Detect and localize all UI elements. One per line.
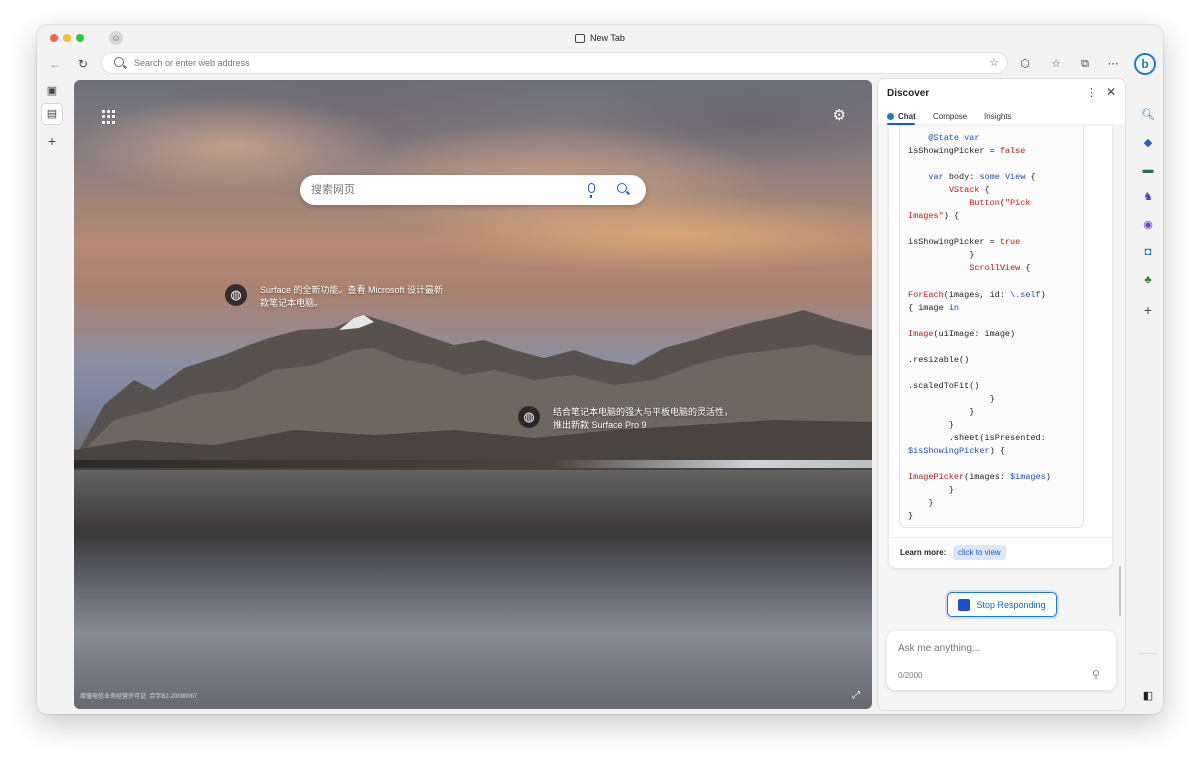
more-options-icon[interactable]: ⋮ — [1086, 86, 1097, 99]
apps-grid-icon[interactable] — [102, 110, 116, 124]
page-settings-icon[interactable]: ⚙ — [833, 106, 846, 124]
code-block[interactable]: @State var isShowingPicker = false var b… — [899, 126, 1084, 528]
collections-icon[interactable]: ⧉ — [1077, 56, 1093, 72]
active-tab-indicator — [887, 123, 915, 125]
sidebar-toggle-icon[interactable]: ◧ — [1138, 686, 1158, 706]
web-search-input[interactable] — [311, 183, 571, 197]
title-bar: ☺ New Tab — [37, 25, 1163, 51]
edge-sidebar: 🔍︎ ◆ ▬ ♞ ◉ ◘ ♣ + ◧ ⚙ — [1133, 77, 1163, 714]
discover-panel: Discover ⋮ ✕ Chat Compose Insights @Stat… — [878, 79, 1125, 710]
search-icon — [114, 57, 124, 67]
expand-icon[interactable]: ⤢ — [852, 690, 860, 701]
close-window-button[interactable] — [50, 34, 58, 42]
ask-input[interactable] — [898, 640, 1098, 656]
reload-icon[interactable]: ↻ — [75, 56, 91, 72]
add-icon[interactable]: + — [1138, 300, 1158, 320]
image-hotspot-2[interactable]: ◍ 结合笔记本电脑的强大与平板电脑的灵活性，推出新款 Surface Pro 9 — [518, 406, 738, 432]
profile-avatar[interactable]: ☺ — [109, 31, 123, 45]
new-tab-tab-icon[interactable]: ▤ — [42, 104, 62, 124]
favorites-icon[interactable]: ☆ — [1048, 56, 1064, 72]
search-icon[interactable]: 🔍︎ — [1138, 105, 1158, 125]
hotspot-1-text: Surface 的全新功能。查看 Microsoft 设计最新款笔记本电脑。 — [260, 285, 444, 308]
panel-scrollbar[interactable] — [1119, 566, 1121, 616]
more-menu-icon[interactable]: ⋯ — [1105, 56, 1121, 72]
briefcase-icon[interactable]: ▬ — [1138, 160, 1158, 180]
learn-more-row: Learn more: click to view — [889, 537, 1112, 568]
shoreline — [74, 460, 872, 468]
address-input[interactable] — [134, 56, 834, 70]
office-icon[interactable]: ◉ — [1138, 215, 1158, 235]
games-icon[interactable]: ♞ — [1138, 187, 1158, 207]
tag-icon[interactable]: ◆ — [1138, 133, 1158, 153]
extensions-icon[interactable]: ⬡ — [1017, 56, 1033, 72]
ask-box[interactable]: 0/2000 ⚲ — [887, 631, 1116, 690]
globe-icon: ◍ — [518, 406, 540, 428]
panel-header: Discover ⋮ ✕ Chat Compose Insights — [878, 79, 1125, 125]
pin-icon[interactable]: ⚲ — [1092, 668, 1100, 681]
tab-title-label: New Tab — [590, 33, 625, 43]
new-tab-page: ⚙ ◍ Surface 的全新功能。查看 Microsoft 设计最新款笔记本电… — [74, 80, 872, 709]
tab-title: New Tab — [575, 31, 625, 45]
hotspot-2-text: 结合笔记本电脑的强大与平板电脑的灵活性，推出新款 Surface Pro 9 — [553, 407, 734, 430]
outlook-icon[interactable]: ◘ — [1138, 242, 1158, 262]
chat-icon — [887, 113, 894, 120]
globe-icon: ◍ — [225, 284, 247, 306]
search-submit-icon[interactable] — [617, 183, 627, 193]
code-text: @State var isShowingPicker = false var b… — [908, 133, 1051, 522]
stop-responding-button[interactable]: Stop Responding — [947, 592, 1057, 617]
panel-title: Discover — [887, 88, 930, 99]
char-counter: 0/2000 — [898, 671, 923, 680]
new-tab-icon — [575, 33, 585, 43]
license-footer[interactable]: 增值电信业务经营许可证: 合字B2-20090007 — [80, 691, 197, 700]
bing-discover-button[interactable]: b — [1134, 53, 1156, 75]
minimize-window-button[interactable] — [63, 34, 71, 42]
stop-label: Stop Responding — [976, 599, 1046, 610]
image-hotspot-1[interactable]: ◍ Surface 的全新功能。查看 Microsoft 设计最新款笔记本电脑。 — [225, 284, 445, 310]
mountain-range — [74, 310, 872, 470]
add-tab-icon[interactable]: + — [42, 131, 62, 151]
tab-compose[interactable]: Compose — [933, 112, 967, 121]
tab-actions-icon[interactable]: ▣ — [42, 81, 62, 101]
stop-icon — [958, 598, 971, 611]
learn-more-label: Learn more: — [900, 548, 947, 557]
vertical-tabs-bar: ▣ ▤ + — [37, 77, 67, 714]
chat-response-card: @State var isShowingPicker = false var b… — [889, 126, 1112, 568]
tab-chat[interactable]: Chat — [898, 112, 916, 121]
microphone-icon[interactable] — [588, 183, 595, 198]
close-icon[interactable]: ✕ — [1106, 85, 1116, 99]
toolbar: ← ↻ ☆ ⬡ ☆ ⧉ ⋯ b — [37, 51, 1163, 77]
browser-window: ☺ New Tab ← ↻ ☆ ⬡ ☆ ⧉ ⋯ b ▣ ▤ + — [37, 25, 1163, 714]
learn-more-link[interactable]: click to view — [953, 545, 1006, 560]
web-search-box[interactable] — [300, 175, 646, 205]
maximize-window-button[interactable] — [76, 34, 84, 42]
add-favorite-icon[interactable]: ☆ — [989, 56, 999, 69]
address-bar[interactable]: ☆ — [102, 53, 1007, 73]
back-arrow-icon[interactable]: ← — [47, 56, 63, 72]
sidebar-divider — [1137, 653, 1157, 654]
tab-insights[interactable]: Insights — [984, 112, 1012, 121]
tree-icon[interactable]: ♣ — [1138, 270, 1158, 290]
